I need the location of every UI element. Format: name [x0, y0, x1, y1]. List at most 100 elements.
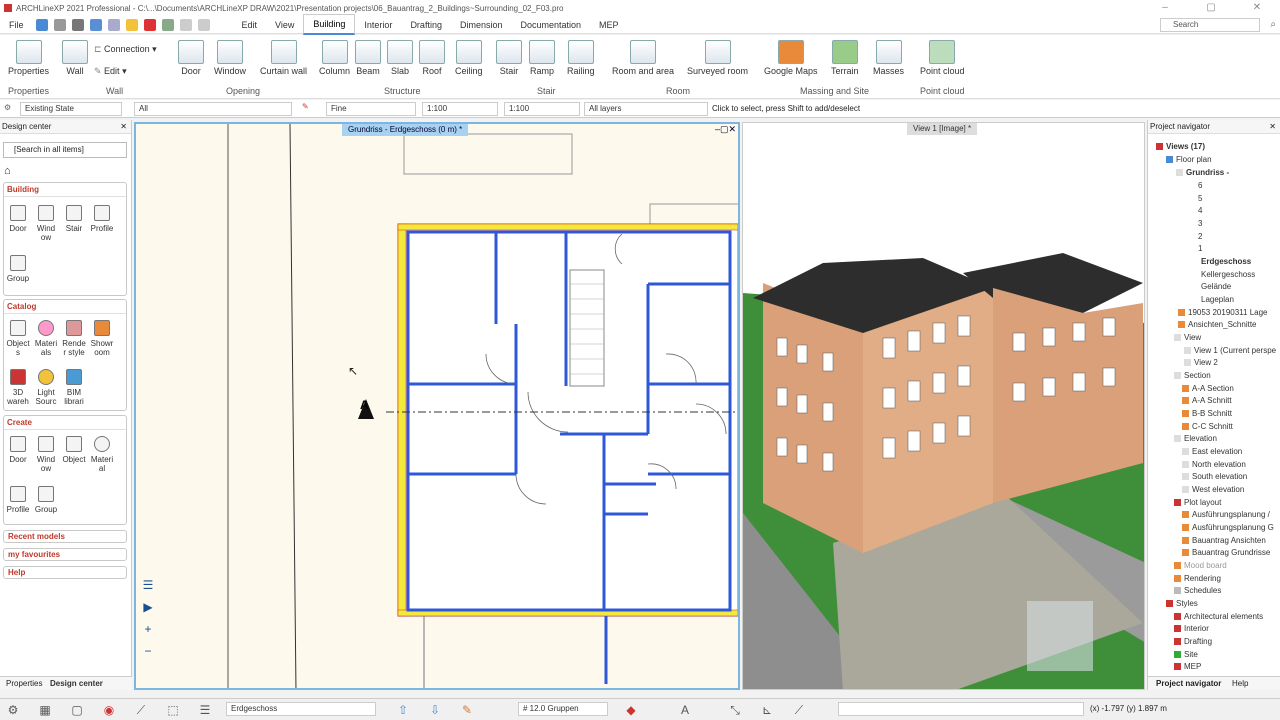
fine-dropdown[interactable]: Fine: [326, 102, 416, 116]
door-button[interactable]: Door: [178, 40, 204, 76]
view-side-toolbar[interactable]: ☰ ▶ + −: [138, 574, 158, 664]
ruler-icon[interactable]: ⊾: [760, 703, 774, 717]
groups-dropdown[interactable]: # 12.0 Gruppen: [518, 702, 608, 716]
select-icon[interactable]: ⬚: [166, 703, 180, 717]
tree-arch-elements[interactable]: Architectural elements: [1174, 612, 1263, 622]
text-icon[interactable]: A: [678, 703, 692, 717]
tree-view[interactable]: View: [1174, 333, 1201, 343]
point-cloud-button[interactable]: Point cloud: [920, 40, 965, 76]
floor-plan-tab[interactable]: Grundriss - Erdgeschoss (0 m) *: [342, 124, 469, 136]
tree-bb-schnitt[interactable]: B-B Schnitt: [1182, 409, 1232, 419]
tree-schedules[interactable]: Schedules: [1174, 586, 1221, 596]
level-dropdown[interactable]: Erdgeschoss: [226, 702, 376, 716]
snap-icon[interactable]: ◉: [102, 703, 116, 717]
tree-styles[interactable]: Styles: [1166, 599, 1198, 609]
create-material[interactable]: Materi al: [88, 436, 116, 473]
tree-grundriss[interactable]: Grundriss -: [1176, 168, 1229, 178]
pen-tool-icon[interactable]: ⟋: [134, 703, 148, 717]
list-icon[interactable]: ☰: [198, 703, 212, 717]
dc-objects[interactable]: Object s: [4, 320, 32, 357]
tree-erdgeschoss[interactable]: Erdgeschoss: [1201, 257, 1251, 267]
tree-bauantrag-grundrisse[interactable]: Bauantrag Grundrisse: [1182, 548, 1270, 558]
column-button[interactable]: Column: [319, 40, 350, 76]
masses-button[interactable]: Masses: [873, 40, 904, 76]
create-group[interactable]: Group: [32, 486, 60, 514]
properties-button[interactable]: Properties: [8, 40, 49, 76]
dc-render-style[interactable]: Rende r style: [60, 320, 88, 357]
dc-materials[interactable]: Materi als: [32, 320, 60, 357]
tool3-icon[interactable]: [197, 18, 210, 31]
scale-dropdown-1[interactable]: 1:100: [422, 102, 498, 116]
frame-icon[interactable]: ▢: [70, 703, 84, 717]
perspective-view[interactable]: View 1 [Image] *: [742, 122, 1145, 690]
window-button[interactable]: Window: [214, 40, 246, 76]
tab-project-navigator[interactable]: Project navigator: [1156, 679, 1221, 688]
dc-stair[interactable]: Stair: [60, 205, 88, 233]
paint-icon[interactable]: [125, 18, 138, 31]
wall-button[interactable]: Wall: [62, 40, 88, 76]
my-favourites[interactable]: my favourites: [3, 548, 127, 561]
tree-lage[interactable]: 19053 20190311 Lage: [1178, 308, 1268, 318]
menu-building[interactable]: Building: [303, 14, 356, 35]
surveyed-room-button[interactable]: Surveyed room: [687, 40, 748, 76]
menu-file[interactable]: File: [0, 16, 33, 34]
close-panel-icon[interactable]: ✕: [120, 120, 127, 134]
save-icon[interactable]: [53, 18, 66, 31]
tab-properties[interactable]: Properties: [6, 679, 42, 688]
search-input[interactable]: Search: [1160, 18, 1260, 32]
tree-elevation[interactable]: Elevation: [1174, 434, 1217, 444]
tools-icon[interactable]: [161, 18, 174, 31]
tree-kellergeschoss[interactable]: Kellergeschoss: [1201, 270, 1255, 280]
tree-6[interactable]: 6: [1198, 181, 1202, 191]
tree-gelande[interactable]: Gelände: [1201, 282, 1231, 292]
tab-design-center[interactable]: Design center: [50, 679, 103, 688]
delete-icon[interactable]: [143, 18, 156, 31]
new-icon[interactable]: [35, 18, 48, 31]
tree-view1[interactable]: View 1 (Current perspe: [1184, 346, 1276, 356]
tree-aa-schnitt[interactable]: A-A Schnitt: [1182, 396, 1232, 406]
menu-mep[interactable]: MEP: [590, 16, 628, 34]
tree-floor-plan[interactable]: Floor plan: [1166, 155, 1212, 165]
menu-documentation[interactable]: Documentation: [511, 16, 590, 34]
connection-button[interactable]: ⊏ Connection ▾: [94, 44, 157, 55]
tree-ausf-a[interactable]: Ausführungsplanung /: [1182, 510, 1270, 520]
state-dropdown[interactable]: Existing State: [20, 102, 122, 116]
search-icon[interactable]: ⌕: [1270, 19, 1276, 30]
tree-3[interactable]: 3: [1198, 219, 1202, 229]
command-input[interactable]: [838, 702, 1084, 716]
roof-button[interactable]: Roof: [419, 40, 445, 76]
create-profile[interactable]: Profile: [4, 486, 32, 514]
tree-2[interactable]: 2: [1198, 232, 1202, 242]
terrain-button[interactable]: Terrain: [831, 40, 859, 76]
tree-views[interactable]: Views (17): [1156, 142, 1205, 152]
create-section-title[interactable]: Create: [4, 416, 126, 430]
tree-ausf-g[interactable]: Ausführungsplanung G: [1182, 523, 1274, 533]
tree-rendering[interactable]: Rendering: [1174, 574, 1221, 584]
tree-drafting[interactable]: Drafting: [1174, 637, 1212, 647]
floor-plan-view[interactable]: A Grundriss - Erdgeschoss (0 m) * –▢✕ ☰ ▶…: [134, 122, 740, 690]
curtain-wall-button[interactable]: Curtain wall: [260, 40, 307, 76]
tree-4[interactable]: 4: [1198, 206, 1202, 216]
menu-dimension[interactable]: Dimension: [451, 16, 512, 34]
tree-north[interactable]: North elevation: [1182, 460, 1246, 470]
settings-icon[interactable]: ⚙: [6, 703, 20, 717]
tree-west[interactable]: West elevation: [1182, 485, 1244, 495]
dc-light-source[interactable]: Light Sourc: [32, 369, 60, 406]
create-object[interactable]: Object: [60, 436, 88, 464]
brush-icon[interactable]: ✎: [460, 703, 474, 717]
home-icon[interactable]: ⌂: [4, 165, 11, 177]
menu-drafting[interactable]: Drafting: [401, 16, 451, 34]
edit-button[interactable]: ✎ Edit ▾: [94, 66, 127, 77]
tree-mep[interactable]: MEP: [1174, 662, 1201, 672]
tab-help[interactable]: Help: [1232, 679, 1248, 688]
dc-window[interactable]: Wind ow: [32, 205, 60, 242]
tree-mood-board[interactable]: Mood board: [1174, 561, 1227, 571]
ceiling-button[interactable]: Ceiling: [455, 40, 483, 76]
pen-icon[interactable]: ✎: [302, 102, 309, 111]
view-window-controls[interactable]: –▢✕: [715, 124, 736, 135]
scale-dropdown-2[interactable]: 1:100: [504, 102, 580, 116]
menu-interior[interactable]: Interior: [355, 16, 401, 34]
dc-group[interactable]: Group: [4, 255, 32, 283]
print-icon[interactable]: [71, 18, 84, 31]
undo-icon[interactable]: [89, 18, 102, 31]
